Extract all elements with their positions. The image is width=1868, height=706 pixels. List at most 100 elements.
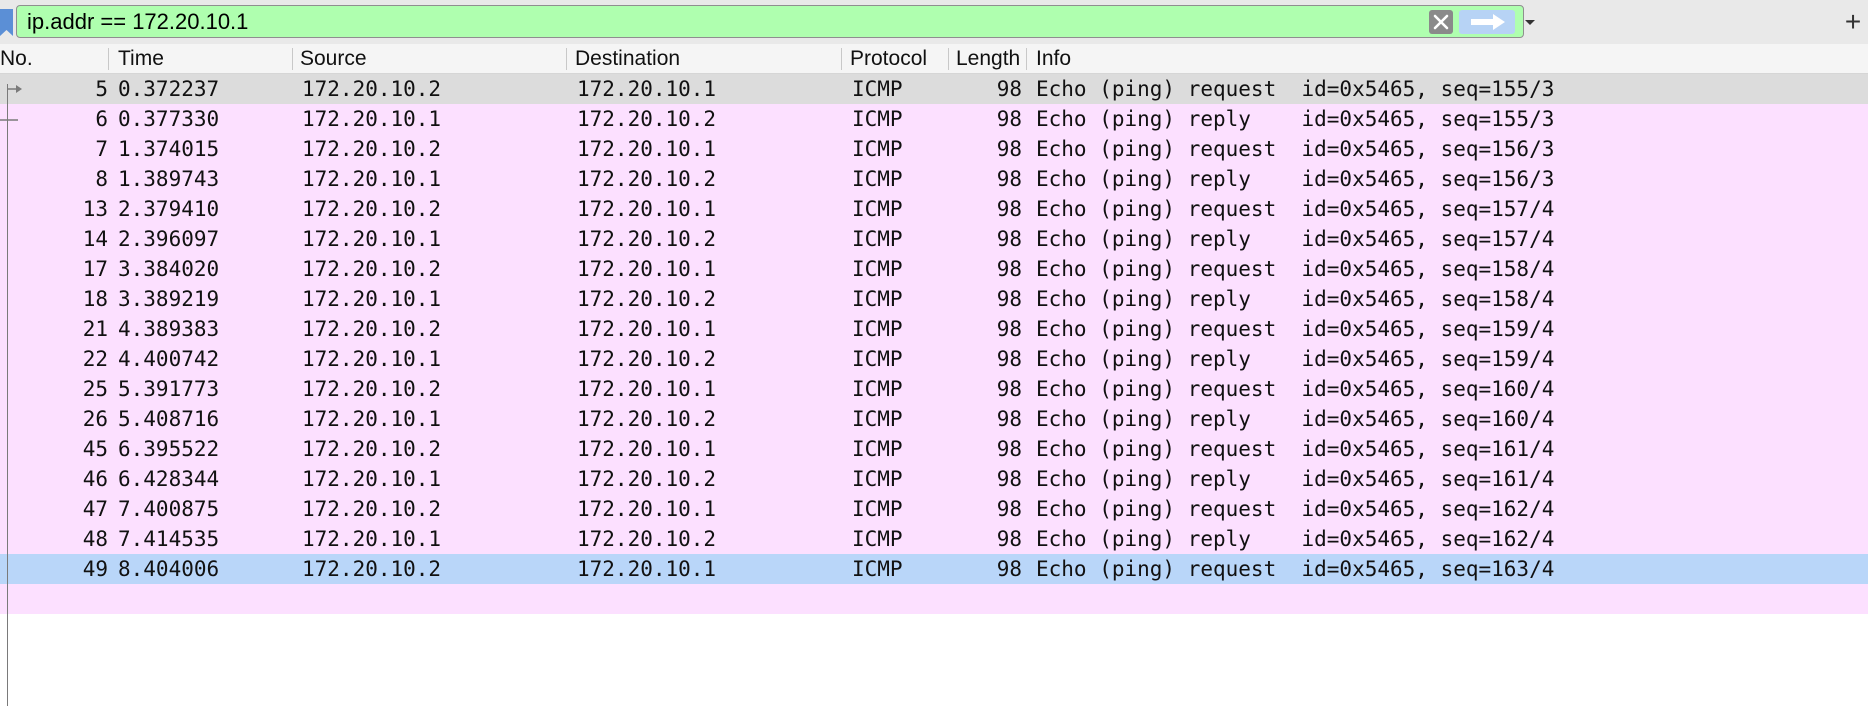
packet-row-selected[interactable]: 49 8.404006 172.20.10.2 172.20.10.1 ICMP… [0, 554, 1868, 584]
packet-info: Echo (ping) reply id=0x5465, seq=159/4 [1036, 347, 1555, 371]
apply-filter-button[interactable] [1459, 10, 1515, 34]
packet-source: 172.20.10.2 [302, 497, 442, 521]
packet-source: 172.20.10.1 [302, 527, 442, 551]
packet-time: 6.428344 [118, 467, 220, 491]
packet-row[interactable]: 46 6.428344 172.20.10.1 172.20.10.2 ICMP… [0, 464, 1868, 494]
packet-destination: 172.20.10.1 [577, 77, 717, 101]
packet-length: 98 [996, 287, 1022, 311]
packet-protocol: ICMP [852, 557, 903, 581]
packet-destination: 172.20.10.2 [577, 227, 717, 251]
packet-time: 7.414535 [118, 527, 220, 551]
packet-time: 3.384020 [118, 257, 220, 281]
packet-row[interactable]: 18 3.389219 172.20.10.1 172.20.10.2 ICMP… [0, 284, 1868, 314]
packet-source: 172.20.10.2 [302, 557, 442, 581]
column-header-destination[interactable]: Destination [575, 44, 837, 73]
packet-row[interactable]: 47 7.400875 172.20.10.2 172.20.10.1 ICMP… [0, 494, 1868, 524]
packet-row[interactable]: 22 4.400742 172.20.10.1 172.20.10.2 ICMP… [0, 344, 1868, 374]
packet-no: 14 [82, 227, 108, 251]
packet-destination: 172.20.10.2 [577, 527, 717, 551]
packet-row[interactable]: 17 3.384020 172.20.10.2 172.20.10.1 ICMP… [0, 254, 1868, 284]
packet-time: 7.400875 [118, 497, 220, 521]
packet-protocol: ICMP [852, 347, 903, 371]
packet-destination: 172.20.10.2 [577, 287, 717, 311]
packet-row[interactable]: 14 2.396097 172.20.10.1 172.20.10.2 ICMP… [0, 224, 1868, 254]
packet-destination: 172.20.10.2 [577, 407, 717, 431]
packet-info: Echo (ping) request id=0x5465, seq=161/4 [1036, 437, 1555, 461]
packet-row[interactable]: 7 1.374015 172.20.10.2 172.20.10.1 ICMP … [0, 134, 1868, 164]
column-separator[interactable] [1026, 48, 1027, 70]
related-request-arrow-icon [7, 85, 22, 93]
packet-time: 5.391773 [118, 377, 220, 401]
packet-protocol: ICMP [852, 527, 903, 551]
packet-info: Echo (ping) reply id=0x5465, seq=161/4 [1036, 467, 1555, 491]
column-separator[interactable] [841, 48, 842, 70]
packet-row[interactable]: 6 0.377330 172.20.10.1 172.20.10.2 ICMP … [0, 104, 1868, 134]
packet-no: 18 [82, 287, 108, 311]
packet-no: 26 [82, 407, 108, 431]
packet-protocol: ICMP [852, 437, 903, 461]
column-separator[interactable] [948, 48, 949, 70]
packet-source: 172.20.10.2 [302, 317, 442, 341]
packet-length: 98 [996, 467, 1022, 491]
packet-length: 98 [996, 347, 1022, 371]
column-header-length[interactable]: Length [956, 44, 1024, 73]
packet-row[interactable]: 25 5.391773 172.20.10.2 172.20.10.1 ICMP… [0, 374, 1868, 404]
column-separator[interactable] [292, 48, 293, 70]
packet-protocol: ICMP [852, 197, 903, 221]
packet-protocol: ICMP [852, 317, 903, 341]
column-header-no[interactable]: No. [0, 44, 106, 73]
packet-list: 5 0.372237 172.20.10.2 172.20.10.1 ICMP … [0, 74, 1868, 706]
packet-length: 98 [996, 197, 1022, 221]
packet-no: 22 [82, 347, 108, 371]
packet-length: 98 [996, 497, 1022, 521]
packet-source: 172.20.10.1 [302, 167, 442, 191]
column-header-protocol[interactable]: Protocol [850, 44, 946, 73]
packet-row[interactable]: 13 2.379410 172.20.10.2 172.20.10.1 ICMP… [0, 194, 1868, 224]
packet-row[interactable]: 5 0.372237 172.20.10.2 172.20.10.1 ICMP … [0, 74, 1868, 104]
packet-row[interactable]: 26 5.408716 172.20.10.1 172.20.10.2 ICMP… [0, 404, 1868, 434]
packet-length: 98 [996, 317, 1022, 341]
column-separator[interactable] [108, 48, 109, 70]
column-header-source[interactable]: Source [300, 44, 562, 73]
packet-no: 48 [82, 527, 108, 551]
packet-time: 6.395522 [118, 437, 220, 461]
column-header-time[interactable]: Time [118, 44, 288, 73]
packet-no: 7 [95, 137, 108, 161]
filter-history-dropdown[interactable] [1517, 10, 1543, 34]
packet-protocol: ICMP [852, 167, 903, 191]
packet-protocol: ICMP [852, 287, 903, 311]
column-header-info[interactable]: Info [1036, 44, 1856, 73]
clear-filter-button[interactable] [1429, 10, 1453, 34]
packet-no: 46 [82, 467, 108, 491]
packet-no: 49 [82, 557, 108, 581]
packet-source: 172.20.10.1 [302, 107, 442, 131]
packet-info: Echo (ping) request id=0x5465, seq=162/4 [1036, 497, 1555, 521]
packet-row[interactable]: 45 6.395522 172.20.10.2 172.20.10.1 ICMP… [0, 434, 1868, 464]
packet-length: 98 [996, 377, 1022, 401]
packet-time: 4.400742 [118, 347, 220, 371]
packet-time: 2.396097 [118, 227, 220, 251]
packet-length: 98 [996, 227, 1022, 251]
packet-length: 98 [996, 107, 1022, 131]
add-filter-button[interactable]: + [1838, 6, 1868, 38]
packet-row[interactable]: 21 4.389383 172.20.10.2 172.20.10.1 ICMP… [0, 314, 1868, 344]
packet-source: 172.20.10.1 [302, 287, 442, 311]
clear-x-icon [1433, 14, 1449, 30]
related-reply-tick-icon [0, 119, 18, 121]
packet-no: 8 [95, 167, 108, 191]
packet-row[interactable]: 8 1.389743 172.20.10.1 172.20.10.2 ICMP … [0, 164, 1868, 194]
packet-row[interactable]: 48 7.414535 172.20.10.1 172.20.10.2 ICMP… [0, 524, 1868, 554]
packet-info: Echo (ping) request id=0x5465, seq=156/3 [1036, 137, 1555, 161]
packet-row-partial[interactable] [0, 584, 1868, 614]
packet-destination: 172.20.10.1 [577, 197, 717, 221]
display-filter-input[interactable] [27, 6, 1407, 37]
packet-destination: 172.20.10.1 [577, 437, 717, 461]
packet-source: 172.20.10.1 [302, 227, 442, 251]
column-separator[interactable] [566, 48, 567, 70]
packet-destination: 172.20.10.1 [577, 497, 717, 521]
bookmark-icon[interactable] [0, 9, 13, 36]
related-packet-line [7, 84, 8, 706]
packet-protocol: ICMP [852, 497, 903, 521]
packet-source: 172.20.10.1 [302, 347, 442, 371]
packet-time: 3.389219 [118, 287, 220, 311]
